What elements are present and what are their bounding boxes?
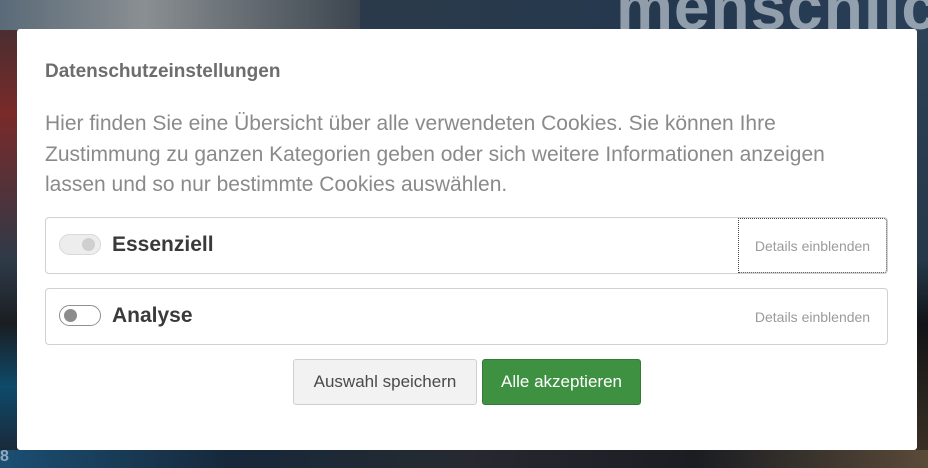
background-image-right [917, 30, 928, 450]
details-button-essential[interactable]: Details einblenden [738, 218, 887, 273]
accept-all-button[interactable]: Alle akzeptieren [482, 359, 641, 405]
save-selection-button[interactable]: Auswahl speichern [293, 359, 477, 405]
cookie-consent-dialog: Datenschutzeinstellungen Hier finden Sie… [17, 29, 917, 450]
background-image-bottom [0, 450, 928, 468]
dialog-title: Datenschutzeinstellungen [45, 61, 281, 82]
category-label-essential: Essenziell [112, 233, 214, 256]
background-image-top-left [0, 0, 360, 30]
category-analysis: Analyse Details einblenden [45, 288, 888, 345]
toggle-knob [82, 238, 95, 251]
details-button-analysis[interactable]: Details einblenden [738, 289, 887, 344]
category-label-analysis: Analyse [112, 304, 193, 327]
essential-toggle[interactable] [59, 234, 101, 255]
analysis-toggle[interactable] [59, 305, 101, 326]
background-image-left [0, 30, 18, 450]
category-essential: Essenziell Details einblenden [45, 217, 888, 274]
toggle-knob [64, 308, 77, 322]
background-bottom-text: 8 [0, 448, 9, 465]
dialog-description: Hier finden Sie eine Übersicht über alle… [45, 112, 825, 196]
